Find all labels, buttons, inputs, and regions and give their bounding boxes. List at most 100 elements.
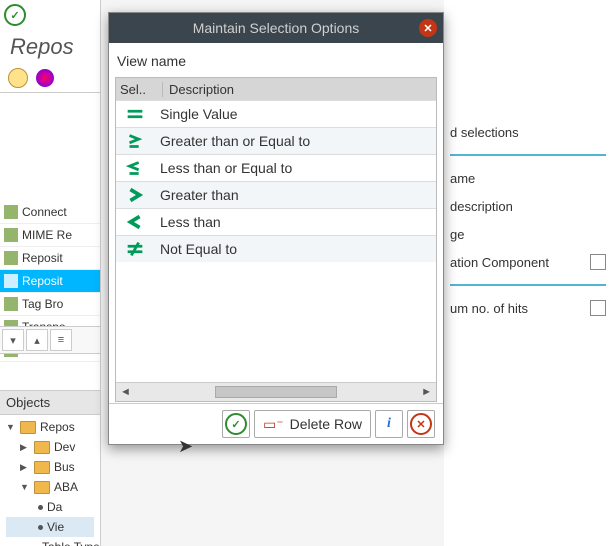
tree-icon [4, 251, 18, 265]
operator-ne-icon [116, 240, 154, 258]
tree-node[interactable]: ▼ Repos [6, 417, 94, 437]
field-label: ge [450, 220, 606, 248]
folder-icon [34, 481, 50, 494]
left-nav-item[interactable]: Reposit [0, 247, 100, 270]
col-header-sel[interactable]: Sel.. [116, 82, 163, 97]
folder-icon [34, 441, 50, 454]
field-label-text: description [450, 199, 513, 214]
option-row[interactable]: Greater than [116, 181, 436, 208]
option-description: Greater than or Equal to [154, 133, 436, 149]
tag-icon [4, 297, 18, 311]
dot-icon [38, 505, 43, 510]
field-label: description [450, 192, 606, 220]
confirm-button[interactable]: ✓ [222, 410, 250, 438]
selection-options-dialog: Maintain Selection Options ✕ View name S… [108, 12, 444, 445]
bg-icon-row [0, 64, 100, 93]
mime-icon [4, 228, 18, 242]
expand-icon[interactable]: ▴ [26, 329, 48, 351]
option-row[interactable]: Not Equal to [116, 235, 436, 262]
field-label-text: um no. of hits [450, 301, 528, 316]
close-icon[interactable]: ✕ [419, 19, 437, 37]
left-nav-item[interactable]: Tag Bro [0, 293, 100, 316]
field-label-text: d selections [450, 125, 519, 140]
bulb-icon[interactable] [8, 68, 28, 88]
tree-node[interactable]: Table Types [6, 537, 94, 546]
option-description: Less than or Equal to [154, 160, 436, 176]
col-header-description[interactable]: Description [163, 82, 436, 97]
operator-ge-icon [116, 132, 154, 150]
cancel-button[interactable]: ✕ [407, 410, 435, 438]
collapse-icon[interactable]: ▾ [2, 329, 24, 351]
tree-icon [4, 274, 18, 288]
delete-row-icon: ▭⁻ [263, 416, 284, 433]
tree-label: Repos [40, 420, 75, 434]
info-icon: i [387, 416, 391, 432]
list-icon[interactable]: ≡ [50, 329, 72, 351]
delete-row-button[interactable]: ▭⁻ Delete Row [254, 410, 371, 438]
tree-node[interactable]: ▼ ABA [6, 477, 94, 497]
field-label: ame [450, 164, 606, 192]
tree-label: Bus [54, 460, 75, 474]
dialog-footer: ✓ ▭⁻ Delete Row i ✕ [109, 403, 443, 444]
option-row[interactable]: Single Value [116, 100, 436, 127]
right-panel: d selections ame description ge ation Compon… [444, 0, 612, 546]
options-grid: Sel.. Description Single Value Greater th… [115, 77, 437, 402]
option-description: Not Equal to [154, 241, 436, 257]
option-row[interactable]: Less than or Equal to [116, 154, 436, 181]
dialog-titlebar: Maintain Selection Options ✕ [109, 13, 443, 43]
dot-icon [38, 525, 43, 530]
separator [450, 284, 606, 286]
tree-node[interactable]: ▶ Bus [6, 457, 94, 477]
field-label: um no. of hits [450, 294, 606, 322]
app-title: Repos [0, 30, 100, 64]
checkbox[interactable] [590, 254, 606, 270]
field-label-text: ame [450, 171, 475, 186]
left-nav-item[interactable]: Reposit [0, 270, 100, 293]
option-description: Greater than [154, 187, 436, 203]
left-nav-item[interactable]: Connect [0, 201, 100, 224]
option-row[interactable]: Less than [116, 208, 436, 235]
caret-icon[interactable]: ▼ [20, 482, 30, 492]
checkbox[interactable] [590, 300, 606, 316]
tree-label: Vie [47, 520, 64, 534]
field-label-text: ge [450, 227, 464, 242]
caret-icon[interactable]: ▼ [6, 422, 16, 432]
object-tree[interactable]: ▼Repos▶Dev▶Bus▼ABADaVieTable Types [0, 415, 100, 546]
left-nav-label: Connect [22, 205, 67, 219]
operator-gt-icon [116, 186, 154, 204]
caret-icon[interactable]: ▶ [20, 462, 30, 473]
horizontal-scrollbar[interactable]: ◄ ► [116, 382, 436, 401]
dialog-title: Maintain Selection Options [193, 20, 360, 36]
info-button[interactable]: i [375, 410, 403, 438]
grid-empty-area [116, 262, 436, 382]
operator-eq-icon [116, 105, 154, 123]
compass-icon[interactable] [36, 69, 54, 87]
scroll-right-icon[interactable]: ► [421, 386, 432, 398]
link-icon [4, 205, 18, 219]
operator-le-icon [116, 159, 154, 177]
objects-header: Objects [0, 390, 100, 415]
left-nav-label: Reposit [22, 251, 63, 265]
field-label-text: ation Component [450, 255, 549, 270]
tree-label: ABA [54, 480, 78, 494]
field-label: ation Component [450, 248, 606, 276]
ok-check-icon: ✓ [4, 4, 26, 26]
tree-node[interactable]: Vie [6, 517, 94, 537]
operator-lt-icon [116, 213, 154, 231]
left-nav-label: MIME Re [22, 228, 72, 242]
field-label: d selections [450, 118, 606, 146]
left-nav-label: Reposit [22, 274, 63, 288]
caret-icon[interactable]: ▶ [20, 442, 30, 453]
scroll-left-icon[interactable]: ◄ [120, 386, 131, 398]
option-description: Less than [154, 214, 436, 230]
left-nav-item[interactable]: MIME Re [0, 224, 100, 247]
tree-node[interactable]: ▶Dev [6, 437, 94, 457]
tree-label: Da [47, 500, 62, 514]
option-description: Single Value [154, 106, 436, 122]
tree-node[interactable]: Da [6, 497, 94, 517]
option-row[interactable]: Greater than or Equal to [116, 127, 436, 154]
left-panel: ✓ Repos Connect MIME Re Reposit Reposit Tag … [0, 0, 101, 546]
left-nav-label: Tag Bro [22, 297, 63, 311]
folder-icon [20, 421, 36, 434]
separator [450, 154, 606, 156]
